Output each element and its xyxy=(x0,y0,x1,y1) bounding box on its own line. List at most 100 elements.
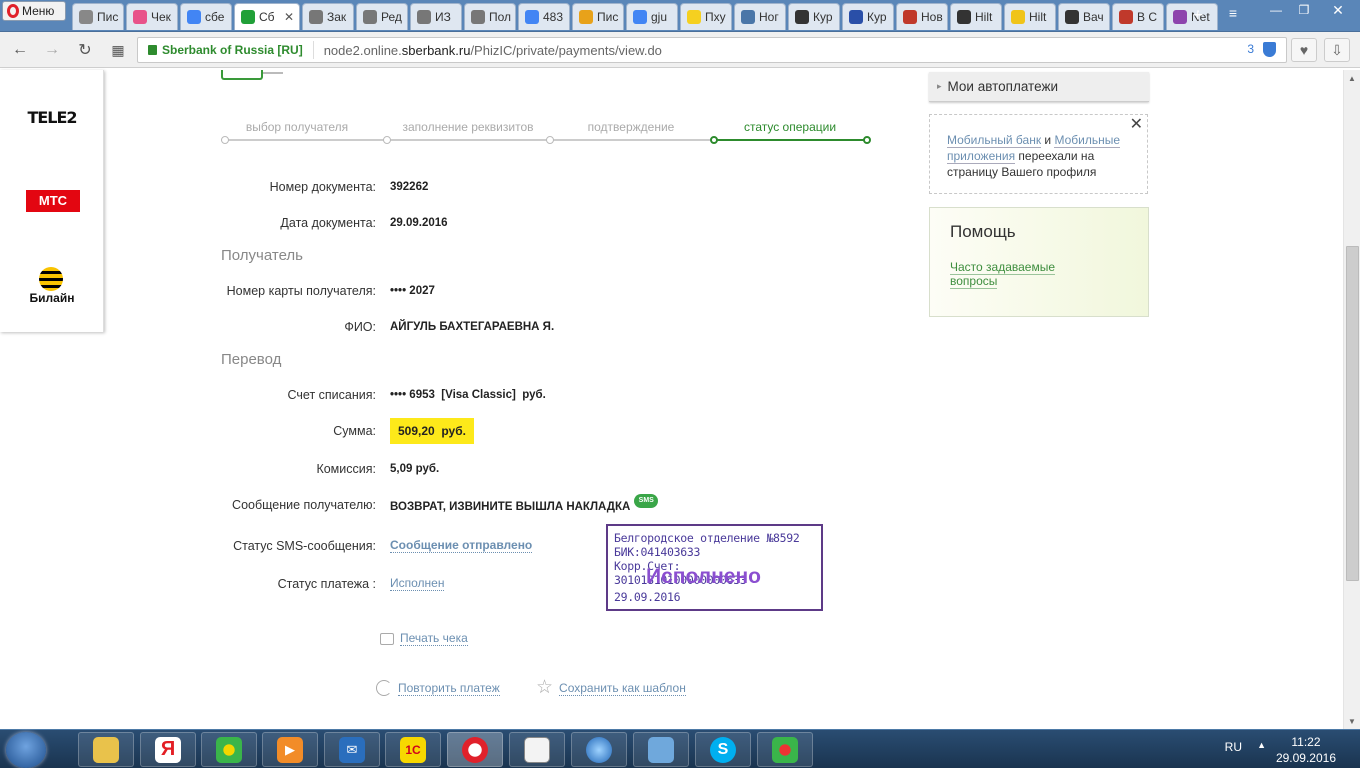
tab-9[interactable]: Пис xyxy=(572,3,624,30)
fee-label: Комиссия: xyxy=(316,462,376,476)
faq-link[interactable]: Часто задаваемые вопросы xyxy=(950,260,1070,289)
card-value: •••• 2027 xyxy=(390,285,435,297)
url-field[interactable]: Sberbank of Russia [RU] node2.online.sbe… xyxy=(137,37,1287,63)
back-icon[interactable]: ← xyxy=(10,40,30,60)
skype-taskbar-button[interactable]: S xyxy=(695,732,751,767)
mts-logo[interactable]: МТС xyxy=(26,190,80,212)
document-taskbar-button[interactable] xyxy=(509,732,565,767)
tab-0[interactable]: Пис xyxy=(72,3,124,30)
tab-2[interactable]: сбе xyxy=(180,3,232,30)
star-icon: ☆ xyxy=(536,677,554,698)
google-icon xyxy=(525,10,539,24)
repeat-payment-button[interactable]: Повторить платеж xyxy=(376,680,500,696)
download-icon[interactable]: ⇩ xyxy=(1324,38,1350,62)
new-tab-icon[interactable]: + xyxy=(1187,5,1209,26)
fio-label: ФИО: xyxy=(344,320,376,334)
tab-16[interactable]: Hilt xyxy=(950,3,1002,30)
url-text[interactable]: node2.online.sberbank.ru/PhizIC/private/… xyxy=(314,43,662,58)
tele2-logo[interactable]: TELE2 xyxy=(0,108,104,127)
step-indicator-fragment-2 xyxy=(263,70,283,74)
tab-7[interactable]: Пол xyxy=(464,3,516,30)
clock[interactable]: 11:22 29.09.2016 xyxy=(1276,734,1336,766)
url-host: node2.online. xyxy=(323,42,402,58)
fee-row: Комиссия: 5,09 руб. xyxy=(120,462,439,476)
yandex-taskbar-button[interactable]: Я xyxy=(140,732,196,767)
tray-arrow-icon[interactable]: ▲ xyxy=(1257,740,1266,750)
opera-taskbar-button[interactable] xyxy=(447,732,503,767)
tab-6[interactable]: ИЗ xyxy=(410,3,462,30)
tab-label: Чек xyxy=(151,10,171,24)
thunderbird-taskbar-button[interactable] xyxy=(571,732,627,767)
google-icon xyxy=(633,10,647,24)
beeline-logo-icon[interactable] xyxy=(39,267,63,291)
scrollbar-thumb[interactable] xyxy=(1346,246,1359,581)
doc-date-row: Дата документа: 29.09.2016 xyxy=(120,216,447,230)
sms-status-link[interactable]: Сообщение отправлено xyxy=(390,538,533,553)
vertical-scrollbar[interactable]: ▲ ▼ xyxy=(1343,70,1360,730)
mobile-bank-link[interactable]: Мобильный банк xyxy=(947,133,1042,148)
1c-taskbar-button[interactable]: 1С xyxy=(385,732,441,767)
step-dot-active xyxy=(710,136,718,144)
save-template-button[interactable]: ☆ Сохранить как шаблон xyxy=(536,677,686,698)
my-autopayments-link[interactable]: ▸ Мои автоплатежи xyxy=(929,72,1149,102)
tab-1[interactable]: Чек xyxy=(126,3,178,30)
tab-17[interactable]: Hilt xyxy=(1004,3,1056,30)
mail-icon xyxy=(579,10,593,24)
tab-3[interactable]: Сб ✕ xyxy=(234,3,300,30)
tab-15[interactable]: Нов xyxy=(896,3,948,30)
maximize-icon[interactable]: ❐ xyxy=(1290,0,1318,20)
ue-icon xyxy=(133,10,147,24)
start-button[interactable] xyxy=(6,732,46,768)
mobile-bank-notice: ✕ Мобильный банк и Мобильные приложения … xyxy=(929,114,1148,194)
tab-4[interactable]: Зак xyxy=(302,3,354,30)
opera-logo-icon xyxy=(7,4,19,18)
tab-18[interactable]: Вач xyxy=(1058,3,1110,30)
sum-label: Сумма: xyxy=(333,424,376,438)
browser-menu-button[interactable]: Меню xyxy=(2,1,66,21)
1c-icon: 1С xyxy=(400,736,426,763)
site-identity[interactable]: Sberbank of Russia [RU] xyxy=(138,41,314,59)
tab-19[interactable]: В С xyxy=(1112,3,1164,30)
scroll-up-icon[interactable]: ▲ xyxy=(1348,74,1356,83)
control-panel-taskbar-button[interactable] xyxy=(633,732,689,767)
beeline-logo-text[interactable]: Билайн xyxy=(0,291,104,305)
media-player-taskbar-button[interactable]: ▶ xyxy=(262,732,318,767)
tab-13[interactable]: Кур xyxy=(788,3,840,30)
icq2-taskbar-button[interactable] xyxy=(757,732,813,767)
tab-menu-icon[interactable]: ≡ xyxy=(1222,5,1244,21)
close-tab-icon[interactable]: ✕ xyxy=(284,10,294,24)
adblock-count: 3 xyxy=(1247,42,1254,56)
tab-label: Пол xyxy=(489,10,512,24)
recipient-section-title: Получатель xyxy=(221,247,303,264)
tab-10[interactable]: gju xyxy=(626,3,678,30)
forward-icon[interactable]: → xyxy=(42,40,62,60)
payment-status-link[interactable]: Исполнен xyxy=(390,576,445,591)
sms-status-row: Статус SMS-сообщения: Сообщение отправле… xyxy=(120,538,533,553)
tab-8[interactable]: 483 xyxy=(518,3,570,30)
tab-11[interactable]: Пху xyxy=(680,3,732,30)
yandex-icon: Я xyxy=(155,736,181,763)
icq-taskbar-button[interactable] xyxy=(201,732,257,767)
tab-5[interactable]: Ред xyxy=(356,3,408,30)
explorer-taskbar-button[interactable] xyxy=(78,732,134,767)
close-window-icon[interactable]: ✕ xyxy=(1318,0,1358,20)
tab-12[interactable]: Ног xyxy=(734,3,786,30)
step-dot-end xyxy=(863,136,871,144)
language-indicator[interactable]: RU xyxy=(1225,740,1242,754)
doc-number-value: 392262 xyxy=(390,181,429,193)
tab-label: Hilt xyxy=(1029,10,1047,24)
print-receipt-button[interactable]: Печать чека xyxy=(380,631,468,646)
shield-icon[interactable] xyxy=(1263,42,1276,57)
tab-14[interactable]: Кур xyxy=(842,3,894,30)
reload-icon[interactable]: ↻ xyxy=(75,40,95,60)
mail-taskbar-button[interactable]: ✉ xyxy=(324,732,380,767)
close-icon[interactable]: ✕ xyxy=(1130,117,1143,133)
heart-icon[interactable]: ♥ xyxy=(1291,38,1317,62)
tab-label: сбе xyxy=(205,10,225,24)
scroll-down-icon[interactable]: ▼ xyxy=(1348,717,1356,726)
speed-dial-icon[interactable]: ▦ xyxy=(108,40,128,60)
tab-label: Ног xyxy=(759,10,779,24)
step-status: статус операции xyxy=(743,120,837,134)
autopay-label: Мои автоплатежи xyxy=(947,79,1059,94)
minimize-icon[interactable]: — xyxy=(1262,0,1290,20)
